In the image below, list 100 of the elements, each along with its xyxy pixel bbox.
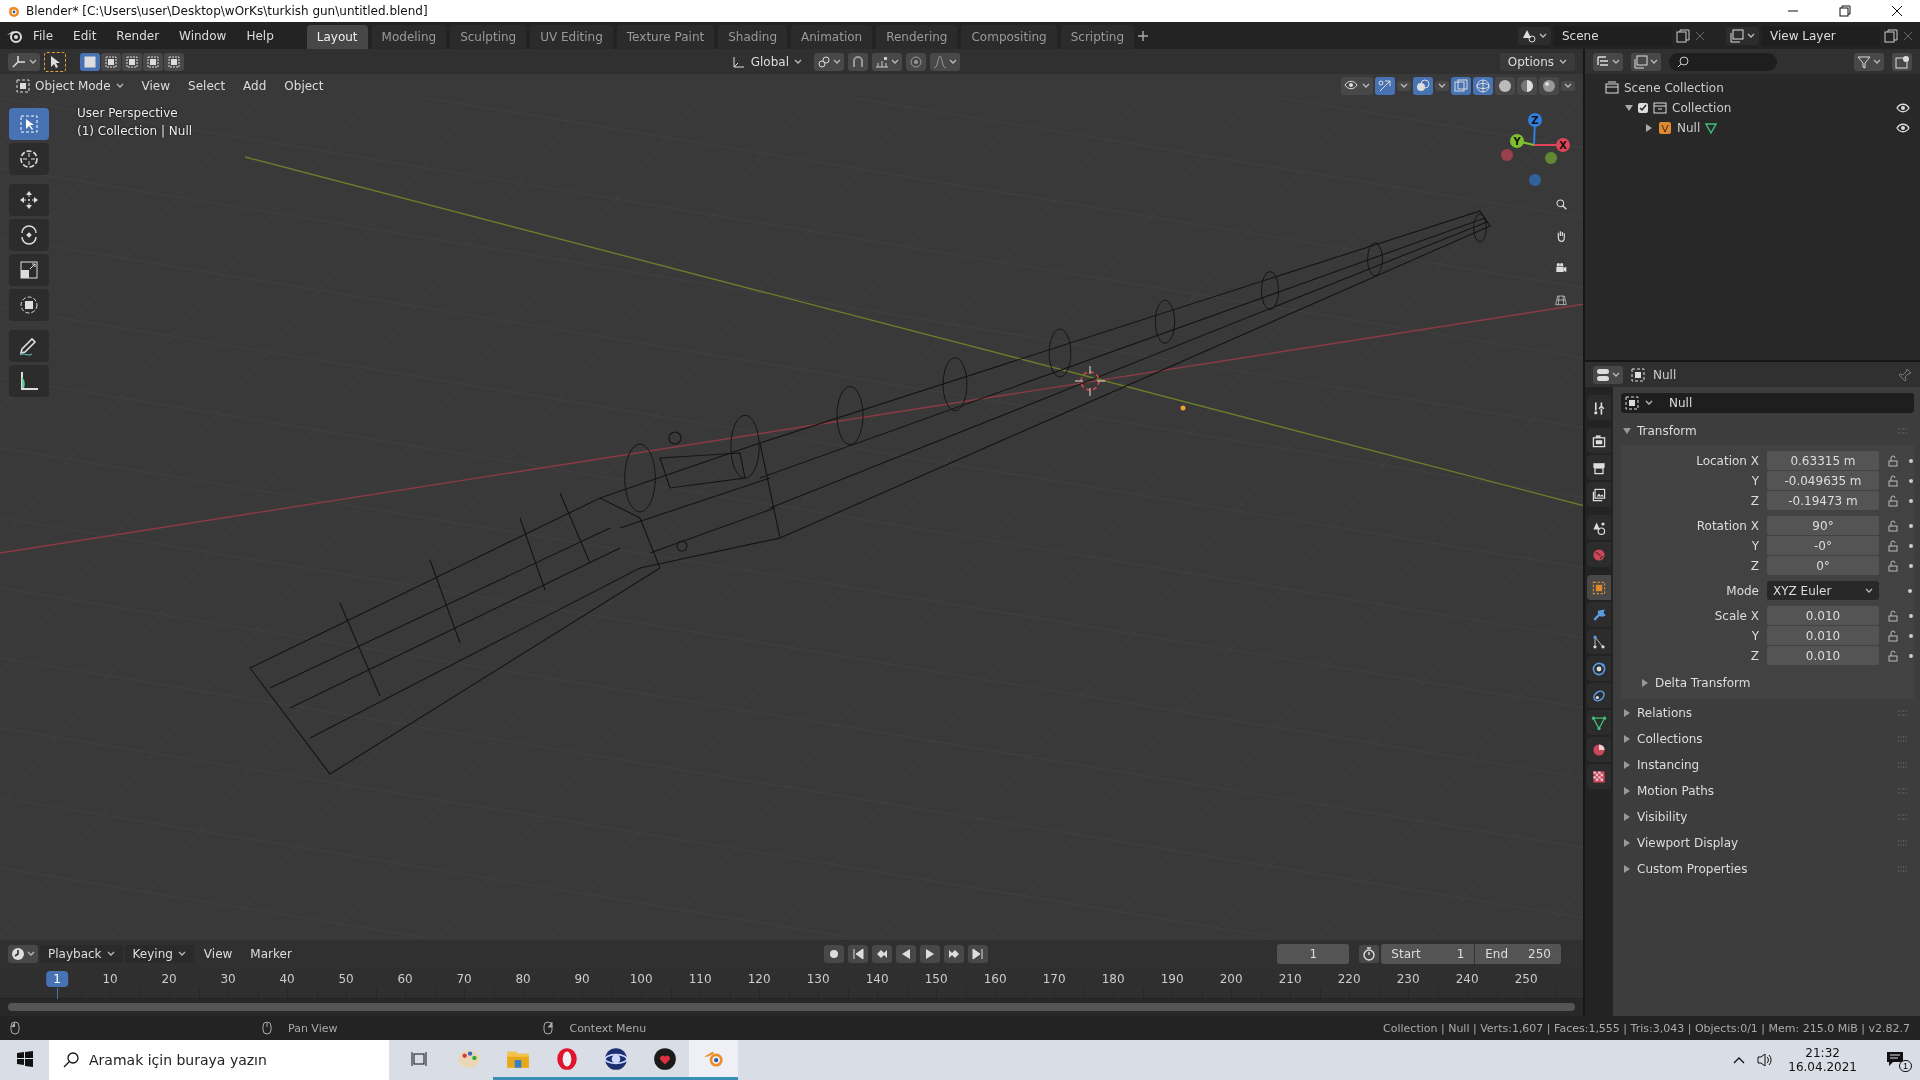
frame-number: 30	[220, 972, 236, 986]
menu-item[interactable]: Edit	[64, 25, 106, 46]
playhead-frame[interactable]: 1	[46, 971, 68, 987]
current-frame-field[interactable]: 1	[1277, 944, 1350, 964]
frame-number: 230	[1396, 972, 1420, 986]
menu-item[interactable]: Window	[170, 25, 236, 46]
frame-number: 70	[456, 972, 472, 986]
workspace-tab[interactable]: Sculpting	[450, 25, 527, 49]
viewport-menu[interactable]: Add	[235, 77, 275, 95]
panel-title: Delta Transform	[1655, 676, 1751, 690]
value-field[interactable]: 0.010	[1767, 626, 1879, 645]
mode-dropdown[interactable]: Object Mode	[8, 77, 132, 95]
workspace-tab[interactable]: Scripting	[1060, 25, 1135, 49]
panel-title: Relations	[1637, 706, 1693, 720]
timeline-menu[interactable]: Keying	[124, 945, 194, 963]
clock-time[interactable]: 21:32	[1805, 1046, 1840, 1060]
frame-number: 40	[279, 972, 295, 986]
start-frame-field[interactable]: Start 1	[1381, 944, 1475, 964]
notification-button[interactable]: 1	[1871, 1040, 1920, 1080]
frame-number: 130	[806, 972, 830, 986]
field-label: Y	[1750, 538, 1760, 553]
options-dropdown[interactable]: Options	[1499, 52, 1575, 71]
frame-number: 240	[1455, 972, 1479, 986]
taskbar-search-field[interactable]: Aramak için buraya yazın	[49, 1040, 389, 1080]
timeline-menu[interactable]: View	[195, 945, 241, 963]
clock-date[interactable]: 16.04.2021	[1788, 1060, 1857, 1074]
field-label: Mode	[1725, 583, 1760, 598]
value-field[interactable]: 90°	[1767, 516, 1879, 535]
frame-number: 60	[397, 972, 413, 986]
field-label: Z	[1749, 558, 1760, 573]
panel-title: Transform	[1637, 424, 1697, 438]
frame-number: 160	[983, 972, 1007, 986]
notification-count: 1	[1899, 1060, 1912, 1072]
frame-number: 140	[865, 972, 889, 986]
gizmo-axis-label: X	[1559, 140, 1567, 151]
workspace-tab[interactable]: Modeling	[371, 25, 447, 49]
workspace-tab[interactable]: Compositing	[961, 25, 1057, 49]
rotation-mode-dropdown[interactable]: XYZ Euler	[1767, 581, 1879, 600]
workspace-tab[interactable]: Animation	[791, 25, 873, 49]
workspace-tab[interactable]: UV Editing	[530, 25, 613, 49]
end-frame-field[interactable]: End 250	[1474, 944, 1561, 964]
frame-number: 220	[1337, 972, 1361, 986]
field-label: Z	[1749, 493, 1760, 508]
value-field[interactable]: -0.19473 m	[1767, 491, 1879, 510]
workspace-tab[interactable]: Shading	[718, 25, 787, 49]
frame-number: 110	[688, 972, 712, 986]
frame-number: 10	[102, 972, 118, 986]
gizmo-axis-label: Y	[1513, 136, 1521, 147]
field-label: Y	[1750, 473, 1760, 488]
value-field[interactable]: -0°	[1767, 536, 1879, 555]
object-name-field[interactable]: Null	[1621, 393, 1914, 413]
status-hint: Context Menu	[568, 1021, 647, 1035]
timeline-menu[interactable]: Marker	[242, 945, 300, 963]
status-hint: Pan View	[287, 1021, 338, 1035]
field-label: Z	[1749, 648, 1760, 663]
field-label: Rotation X	[1695, 518, 1760, 533]
panel-title: Instancing	[1637, 758, 1700, 772]
viewport-menu[interactable]: View	[133, 77, 179, 95]
frame-number: 20	[161, 972, 177, 986]
value-field[interactable]: 0°	[1767, 556, 1879, 575]
orientation-dropdown[interactable]: Global	[723, 52, 810, 71]
frame-number: 180	[1101, 972, 1125, 986]
panel-title: Collections	[1637, 732, 1703, 746]
viewport-menu[interactable]: Object	[276, 77, 332, 95]
menu-item[interactable]: Help	[237, 25, 283, 46]
field-label: Scale X	[1713, 608, 1760, 623]
workspace-tab[interactable]: Texture Paint	[616, 25, 715, 49]
value-field[interactable]: 0.010	[1767, 606, 1879, 625]
timeline-menu[interactable]: Playback	[40, 945, 123, 963]
viewport-menu[interactable]: Select	[180, 77, 234, 95]
workspace-tab[interactable]: Layout	[306, 25, 368, 49]
menu-item[interactable]: Render	[107, 25, 169, 46]
scene-statistics: Collection | Null | Verts:1,607 | Faces:1,555 | Tris:3,043 | Objects:0/1 | Mem: 215.0 MiB | v2.82.7	[1383, 1021, 1910, 1035]
value-field[interactable]: 0.010	[1767, 646, 1879, 665]
frame-number: 120	[747, 972, 771, 986]
outliner-item[interactable]: Collection	[1672, 101, 1732, 115]
context-label: Null	[1653, 367, 1677, 382]
frame-number: 100	[629, 972, 653, 986]
value-field[interactable]: -0.049635 m	[1767, 471, 1879, 490]
value-field[interactable]: 0.63315 m	[1767, 451, 1879, 470]
field-label: Y	[1750, 628, 1760, 643]
gizmo-axis-label: Z	[1531, 115, 1539, 126]
frame-number: 200	[1219, 972, 1243, 986]
workspace-tab[interactable]: Rendering	[876, 25, 958, 49]
panel-title: Visibility	[1637, 810, 1688, 824]
frame-number: 190	[1160, 972, 1184, 986]
frame-number: 170	[1042, 972, 1066, 986]
viewport-info-text: User Perspective	[77, 106, 179, 120]
window-title: Blender* [C:\Users\user\Desktop\wOrKs\turkish gun\untitled.blend]	[26, 4, 429, 18]
outliner-item[interactable]: Null	[1677, 121, 1701, 135]
field-label: Location X	[1695, 453, 1760, 468]
viewport-info-text: (1) Collection | Null	[77, 124, 193, 138]
menu-item[interactable]: File	[24, 25, 63, 46]
scene-field[interactable]: Scene	[1554, 25, 1672, 46]
panel-title: Motion Paths	[1637, 784, 1715, 798]
panel-title: Viewport Display	[1637, 836, 1739, 850]
view-layer-field[interactable]: View Layer	[1762, 25, 1880, 46]
frame-number: 250	[1514, 972, 1538, 986]
frame-number: 50	[338, 972, 354, 986]
outliner-item[interactable]: Scene Collection	[1624, 81, 1724, 95]
